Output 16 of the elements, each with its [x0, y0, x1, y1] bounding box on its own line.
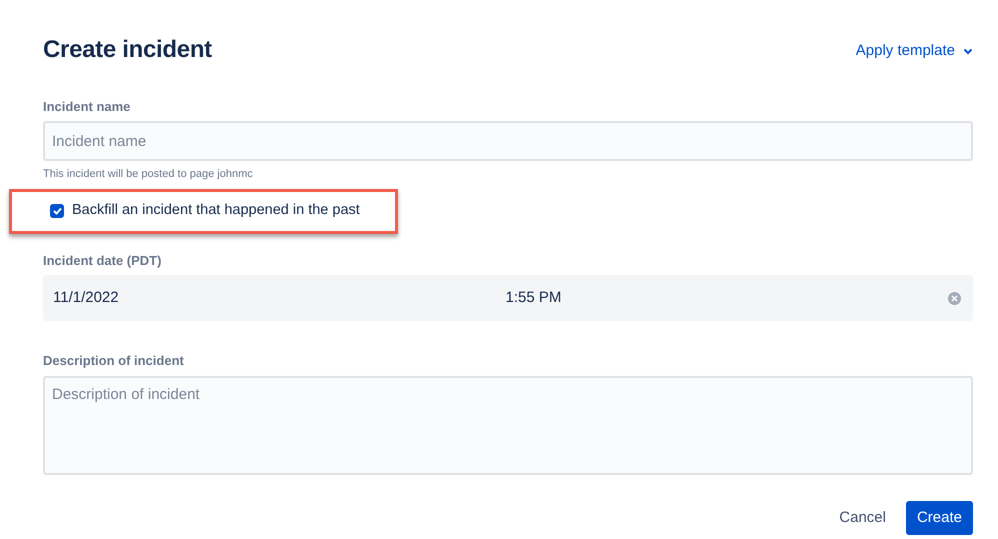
- date-value: 11/1/2022: [52, 288, 120, 308]
- checkbox-label: Backfill an incident that happened in the past: [72, 200, 360, 220]
- date-time-field[interactable]: 11/1/2022 1:55 PM: [43, 275, 973, 322]
- time-value: 1:55 PM: [504, 288, 562, 308]
- field-label: Description of incident: [43, 352, 185, 370]
- incident-name-field[interactable]: Incident name: [43, 121, 973, 162]
- create-button[interactable]: Create: [906, 500, 973, 536]
- helper-text: This incident will be posted to page johnmc: [43, 167, 254, 182]
- field-label: Incident date (PDT): [43, 252, 162, 270]
- field-label: Incident name: [43, 98, 132, 116]
- cancel-button[interactable]: Cancel: [827, 500, 898, 536]
- description-field[interactable]: Description of incident: [43, 376, 973, 475]
- chevron-down-icon: [963, 48, 973, 55]
- checkbox[interactable]: [50, 204, 64, 218]
- dialog-title: Create incident: [43, 36, 212, 65]
- apply-template-dropdown[interactable]: Apply template: [856, 40, 973, 62]
